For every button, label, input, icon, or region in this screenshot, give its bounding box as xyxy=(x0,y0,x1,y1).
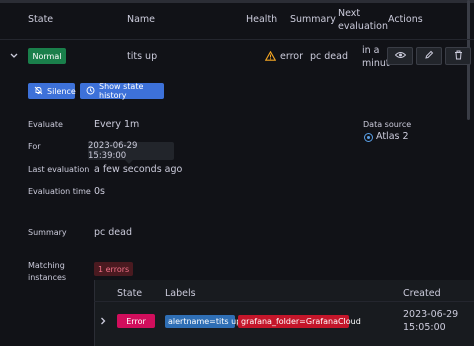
evaluation-time-value: 0s xyxy=(94,186,105,197)
summary-value: pc dead xyxy=(94,227,132,238)
header-next-eval-line2: evaluation xyxy=(338,21,388,32)
show-state-history-button[interactable]: Show state history xyxy=(80,82,164,100)
instance-created-time: 15:05:00 xyxy=(403,322,446,333)
atlas-icon xyxy=(363,132,374,143)
top-border xyxy=(0,0,474,3)
instance-state-error: Error xyxy=(117,314,155,328)
header-state[interactable]: State xyxy=(28,14,53,25)
header-summary: Summary xyxy=(290,14,336,25)
instance-chevron-right-icon[interactable] xyxy=(99,316,107,326)
pencil-icon xyxy=(424,50,434,63)
state-badge-normal: Normal xyxy=(28,48,66,64)
matching-label-line1: Matching xyxy=(28,261,65,270)
datasource-value[interactable]: Atlas 2 xyxy=(376,131,409,142)
last-evaluation-value[interactable]: a few seconds ago xyxy=(94,164,182,175)
evaluate-value: Every 1m xyxy=(94,119,140,130)
expand-chevron-down-icon[interactable] xyxy=(9,50,19,62)
header-divider xyxy=(0,39,474,40)
view-button[interactable] xyxy=(387,47,413,65)
header-health: Health xyxy=(246,14,278,25)
rule-summary: pc dead xyxy=(310,51,348,62)
instance-created-date: 2023-06-29 xyxy=(403,309,459,320)
history-icon xyxy=(86,86,95,97)
datasource-label: Data source xyxy=(363,120,412,129)
delete-button[interactable] xyxy=(445,47,471,65)
instances-divider xyxy=(94,301,474,302)
next-eval-line2: minut xyxy=(362,58,390,69)
last-evaluation-label: Last evaluation xyxy=(28,165,90,174)
instances-header-state[interactable]: State xyxy=(117,288,142,299)
matching-label-line2: instances xyxy=(28,273,67,282)
warning-icon xyxy=(264,50,277,61)
evaluate-label: Evaluate xyxy=(28,120,63,129)
instances-header-created[interactable]: Created xyxy=(403,288,441,299)
health-status: error xyxy=(280,51,303,62)
silence-button[interactable]: Silence xyxy=(28,83,76,99)
header-next-eval-line1: Next xyxy=(338,8,361,19)
silence-label: Silence xyxy=(47,86,76,96)
summary-label: Summary xyxy=(28,228,67,237)
label-alertname: alertname=tits up xyxy=(165,315,241,328)
bell-slash-icon xyxy=(34,86,43,97)
label-grafana-folder: grafana_folder=GrafanaCloud xyxy=(238,315,361,328)
show-state-history-label: Show state history xyxy=(99,82,144,100)
eye-icon xyxy=(394,51,406,62)
rule-name: tits up xyxy=(127,51,158,62)
next-eval-line1: in a xyxy=(362,45,380,56)
timestamp-tooltip: 2023-06-29 15:39:00 xyxy=(88,141,174,164)
edit-button[interactable] xyxy=(416,47,442,65)
errors-badge: 1 errors xyxy=(94,262,134,276)
evaluation-time-label: Evaluation time xyxy=(28,187,91,196)
trash-icon xyxy=(454,50,463,63)
instances-header-labels: Labels xyxy=(165,288,196,299)
header-name[interactable]: Name xyxy=(127,14,155,25)
header-actions: Actions xyxy=(388,14,423,25)
for-label: For xyxy=(28,142,41,151)
